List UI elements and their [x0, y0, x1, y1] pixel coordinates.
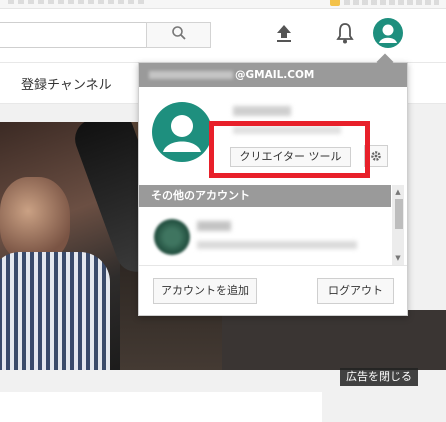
logout-button[interactable]: ログアウト	[317, 278, 394, 304]
subscriptions-link[interactable]: 登録チャンネル	[21, 74, 112, 93]
avatar-icon	[373, 18, 403, 52]
email-redacted	[149, 71, 233, 79]
scroll-down-icon[interactable]: ▼	[393, 253, 403, 263]
browser-tab-fragment	[8, 0, 148, 4]
account-avatar[interactable]	[152, 102, 212, 162]
bookmark-folder-icon	[330, 0, 340, 6]
scroll-up-icon[interactable]: ▲	[393, 187, 403, 197]
account-name-redacted	[233, 106, 291, 116]
masthead	[0, 9, 446, 63]
other-account-avatar[interactable]	[154, 219, 190, 255]
account-avatar-button[interactable]	[373, 18, 403, 52]
account-menu: @GMAIL.COM クリエイター ツール その他のアカウント ▲ ▼ アカウン…	[138, 53, 408, 316]
divider	[139, 265, 407, 266]
account-email: @GMAIL.COM	[139, 63, 407, 87]
other-account-name-redacted[interactable]	[197, 221, 231, 231]
notification-bell-icon	[336, 22, 354, 48]
content-card	[0, 392, 322, 422]
highlight-box	[209, 121, 370, 178]
other-accounts-header: その他のアカウント	[139, 185, 391, 207]
bookmark-fragment	[344, 0, 439, 5]
close-ad-button[interactable]: 広告を閉じる	[340, 368, 418, 386]
ad-area	[222, 310, 446, 370]
other-account-subtext-redacted	[197, 241, 357, 249]
search-input[interactable]	[0, 22, 146, 48]
account-email-suffix: @GMAIL.COM	[235, 69, 315, 81]
search-button[interactable]	[146, 22, 211, 48]
gear-icon	[370, 147, 382, 166]
upload-icon	[275, 23, 293, 47]
browser-top-strip	[0, 0, 446, 9]
notifications-button[interactable]	[331, 21, 359, 49]
add-account-button[interactable]: アカウントを追加	[153, 278, 257, 304]
search-icon	[171, 25, 187, 45]
video-figure-suit	[0, 252, 110, 370]
upload-button[interactable]	[270, 21, 298, 49]
scrollbar-thumb[interactable]	[395, 199, 403, 229]
video-figure-face	[0, 177, 70, 262]
